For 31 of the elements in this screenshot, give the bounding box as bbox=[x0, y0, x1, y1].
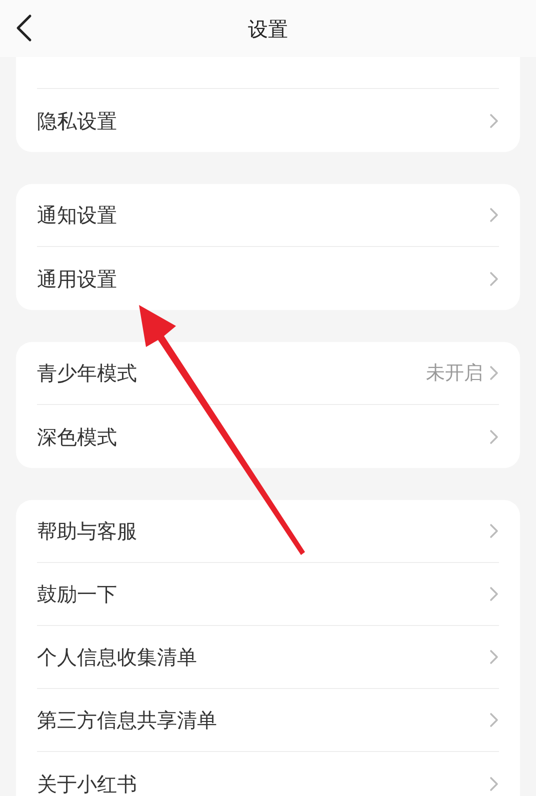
settings-row[interactable]: 第三方信息共享清单 bbox=[37, 689, 499, 752]
row-value: 未开启 bbox=[426, 360, 483, 386]
settings-row[interactable]: 关于小红书 bbox=[37, 752, 499, 796]
settings-row[interactable]: 隐私设置 bbox=[37, 89, 499, 152]
row-label: 第三方信息共享清单 bbox=[37, 707, 217, 734]
settings-row[interactable]: 通用设置 bbox=[37, 247, 499, 310]
chevron-icon bbox=[489, 270, 499, 286]
row-label: 隐私设置 bbox=[37, 108, 117, 134]
row-label: 帮助与客服 bbox=[37, 518, 137, 545]
settings-row[interactable]: 通知设置 bbox=[37, 184, 499, 247]
settings-row[interactable]: 个人信息收集清单 bbox=[37, 626, 499, 689]
chevron-icon bbox=[489, 586, 499, 602]
row-label: 关于小红书 bbox=[37, 770, 137, 796]
chevron-icon bbox=[489, 776, 499, 792]
chevron-icon bbox=[489, 207, 499, 223]
chevron-icon bbox=[489, 112, 499, 128]
chevron-icon bbox=[489, 365, 499, 381]
row-label: 通知设置 bbox=[37, 202, 117, 229]
row-label: 鼓励一下 bbox=[37, 581, 117, 608]
chevron-icon bbox=[489, 428, 499, 444]
chevron-icon bbox=[489, 712, 499, 728]
chevron-icon bbox=[489, 523, 499, 539]
page-title: 设置 bbox=[248, 16, 288, 42]
settings-row[interactable]: 鼓励一下 bbox=[37, 563, 499, 626]
back-icon[interactable] bbox=[15, 14, 33, 42]
row-label: 个人信息收集清单 bbox=[37, 644, 197, 671]
settings-row[interactable]: 深色模式 bbox=[37, 405, 499, 468]
chevron-icon bbox=[489, 649, 499, 665]
row-label: 青少年模式 bbox=[37, 360, 137, 387]
row-label: 深色模式 bbox=[37, 424, 117, 450]
row-label: 通用设置 bbox=[37, 266, 117, 292]
